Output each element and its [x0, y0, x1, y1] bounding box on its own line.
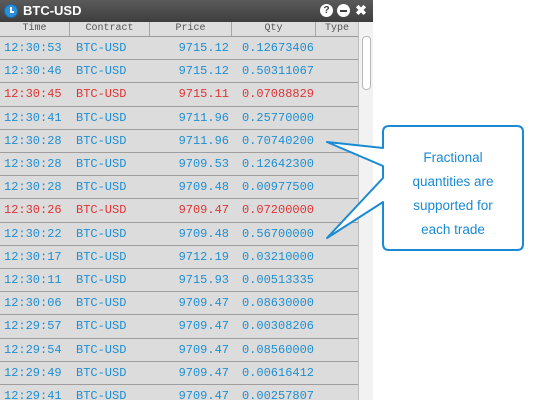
table-row[interactable]: 12:29:41 BTC-USD 9709.47 0.00257807 [0, 385, 358, 400]
trade-qty: 0.12642300 [241, 157, 314, 171]
trade-price: 9711.96 [178, 110, 229, 125]
scrollbar-thumb[interactable] [362, 36, 371, 90]
trades-table-body: 12:30:53 BTC-USD 9715.12 0.12673406 12:30:46… [0, 37, 358, 400]
trade-contract: BTC-USD [76, 342, 127, 357]
trade-qty: 0.12673406 [241, 41, 314, 55]
trade-contract: BTC-USD [76, 41, 127, 55]
trade-contract: BTC-USD [76, 203, 127, 218]
column-header-qty[interactable]: Qty [232, 22, 316, 36]
trade-time: 12:30:28 [4, 180, 62, 195]
trade-price: 9709.47 [178, 342, 229, 357]
trade-contract: BTC-USD [76, 133, 127, 148]
trade-qty: 0.00308206 [241, 319, 314, 334]
trade-qty: 0.00513335 [241, 273, 314, 287]
trade-price: 9715.12 [178, 64, 229, 79]
table-row[interactable]: 12:29:49 BTC-USD 9709.47 0.00616412 [0, 362, 358, 385]
column-header-type[interactable]: Type [316, 22, 358, 36]
trade-time: 12:30:11 [4, 273, 62, 287]
trade-contract: BTC-USD [76, 180, 127, 195]
trade-time: 12:29:57 [4, 319, 62, 334]
trade-price: 9709.47 [178, 389, 229, 400]
trade-contract: BTC-USD [76, 296, 127, 311]
trade-price: 9709.53 [178, 157, 229, 171]
trade-time: 12:30:26 [4, 203, 62, 218]
callout-text: Fractional quantities are supported for … [412, 150, 494, 237]
trade-time: 12:29:41 [4, 389, 62, 400]
vertical-scrollbar[interactable] [358, 22, 373, 400]
clock-icon [4, 4, 18, 18]
trade-contract: BTC-USD [76, 365, 127, 380]
trade-time: 12:30:06 [4, 296, 62, 311]
trade-qty: 0.03210000 [241, 249, 314, 264]
table-row[interactable]: 12:30:28 BTC-USD 9711.96 0.70740200 [0, 130, 358, 153]
table-row[interactable]: 12:30:45 BTC-USD 9715.11 0.07088829 [0, 83, 358, 107]
table-header: Time Contract Price Qty Type [0, 22, 358, 37]
table-row[interactable]: 12:30:41 BTC-USD 9711.96 0.25770000 [0, 107, 358, 130]
trade-qty: 0.07200000 [241, 203, 314, 218]
trade-qty: 0.00257807 [241, 389, 314, 400]
trade-price: 9709.47 [178, 296, 229, 311]
trade-contract: BTC-USD [76, 157, 127, 171]
table-row[interactable]: 12:30:22 BTC-USD 9709.48 0.56700000 [0, 223, 358, 246]
trade-price: 9709.47 [178, 365, 229, 380]
trade-qty: 0.07088829 [241, 87, 314, 102]
trade-qty: 0.50311067 [241, 64, 314, 79]
close-button[interactable]: ✖ [354, 3, 368, 17]
time-and-sales-window: BTC-USD ? ✖ Time Contract Price Qty Type… [0, 0, 373, 400]
table-row[interactable]: 12:30:17 BTC-USD 9712.19 0.03210000 [0, 246, 358, 269]
minimize-button[interactable] [337, 4, 350, 17]
table-row[interactable]: 12:29:57 BTC-USD 9709.47 0.00308206 [0, 315, 358, 339]
trade-time: 12:30:41 [4, 110, 62, 125]
trade-qty: 0.00616412 [241, 365, 314, 380]
window-title: BTC-USD [23, 3, 82, 18]
trade-contract: BTC-USD [76, 226, 127, 241]
trade-price: 9709.47 [178, 203, 229, 218]
table-row[interactable]: 12:30:28 BTC-USD 9709.48 0.00977500 [0, 176, 358, 200]
title-bar[interactable]: BTC-USD ? ✖ [0, 0, 373, 22]
column-header-price[interactable]: Price [150, 22, 232, 36]
trade-contract: BTC-USD [76, 110, 127, 125]
trade-time: 12:29:54 [4, 342, 62, 357]
column-header-contract[interactable]: Contract [70, 22, 150, 36]
trade-time: 12:30:22 [4, 226, 62, 241]
table-row[interactable]: 12:30:28 BTC-USD 9709.53 0.12642300 [0, 153, 358, 177]
table-row[interactable]: 12:29:54 BTC-USD 9709.47 0.08560000 [0, 339, 358, 362]
trade-contract: BTC-USD [76, 273, 127, 287]
help-button[interactable]: ? [320, 4, 333, 17]
trade-qty: 0.08630000 [241, 296, 314, 311]
trade-price: 9715.93 [178, 273, 229, 287]
trade-contract: BTC-USD [76, 319, 127, 334]
trade-price: 9715.11 [178, 87, 229, 102]
trade-qty: 0.00977500 [241, 180, 314, 195]
trade-time: 12:30:17 [4, 249, 62, 264]
trade-qty: 0.70740200 [241, 133, 314, 148]
trade-time: 12:30:28 [4, 133, 62, 148]
trade-time: 12:30:46 [4, 64, 62, 79]
trade-qty: 0.56700000 [241, 226, 314, 241]
trade-qty: 0.25770000 [241, 110, 314, 125]
trade-time: 12:30:45 [4, 87, 62, 102]
trade-time: 12:30:28 [4, 157, 62, 171]
trade-price: 9709.47 [178, 319, 229, 334]
trade-time: 12:29:49 [4, 365, 62, 380]
trade-contract: BTC-USD [76, 64, 127, 79]
table-row[interactable]: 12:30:26 BTC-USD 9709.47 0.07200000 [0, 199, 358, 223]
table-row[interactable]: 12:30:46 BTC-USD 9715.12 0.50311067 [0, 60, 358, 84]
trade-price: 9712.19 [178, 249, 229, 264]
trade-price: 9711.96 [178, 133, 229, 148]
trade-contract: BTC-USD [76, 249, 127, 264]
trade-time: 12:30:53 [4, 41, 62, 55]
trade-contract: BTC-USD [76, 87, 127, 102]
table-row[interactable]: 12:30:53 BTC-USD 9715.12 0.12673406 [0, 37, 358, 61]
trade-price: 9709.48 [178, 180, 229, 195]
table-row[interactable]: 12:30:11 BTC-USD 9715.93 0.00513335 [0, 269, 358, 293]
trade-price: 9709.48 [178, 226, 229, 241]
column-header-time[interactable]: Time [0, 22, 70, 36]
table-row[interactable]: 12:30:06 BTC-USD 9709.47 0.08630000 [0, 292, 358, 316]
trade-contract: BTC-USD [76, 389, 127, 400]
trade-price: 9715.12 [178, 41, 229, 55]
trade-qty: 0.08560000 [241, 342, 314, 357]
